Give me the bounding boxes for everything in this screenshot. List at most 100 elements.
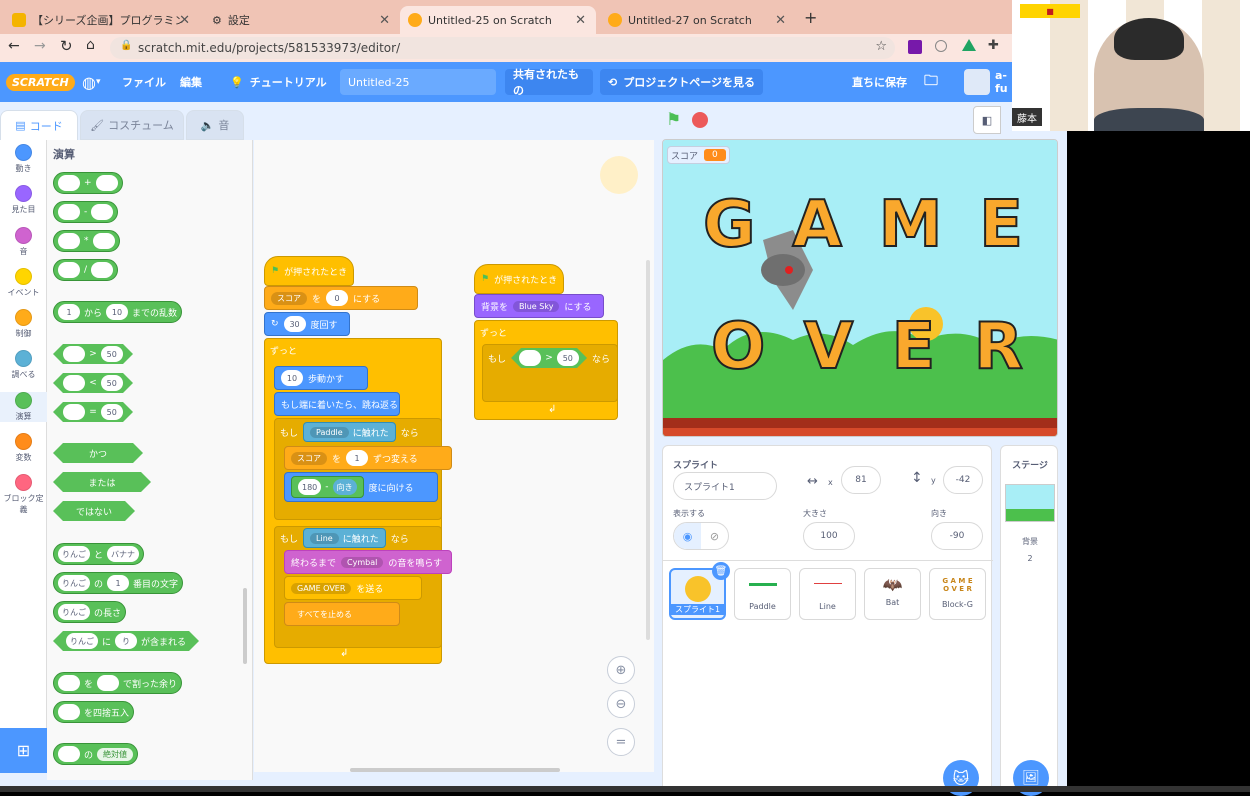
puzzle-icon[interactable]: ✚ — [988, 38, 999, 53]
letter-of-block[interactable]: りんごの 1 番目の文字 — [53, 572, 184, 594]
username[interactable]: a-fu — [995, 62, 1012, 102]
subtract-expression[interactable]: 180- 向き — [291, 476, 364, 498]
play-sound-until-done-block[interactable]: 終わるまで Cymbal の音を鳴らす — [284, 550, 452, 574]
greater-than-block[interactable]: >50 — [53, 344, 133, 364]
add-extension-button[interactable]: ⊞ — [0, 728, 47, 773]
divide-block[interactable]: / — [53, 259, 119, 281]
project-title-input[interactable]: Untitled-25 — [340, 69, 496, 95]
browser-tab-3[interactable]: Untitled-25 on Scratch ✕ — [400, 6, 596, 34]
score-monitor[interactable]: スコア 0 — [667, 146, 730, 164]
back-icon[interactable]: ← — [8, 38, 20, 54]
scratch-logo[interactable]: SCRATCH — [6, 62, 75, 102]
stage-canvas[interactable]: スコア 0 GAME OVER — [662, 139, 1058, 437]
set-variable-block[interactable]: スコアを 0 にする — [264, 286, 418, 310]
script-hscrollbar[interactable] — [350, 768, 560, 772]
tab-code[interactable]: ▤ コード — [0, 110, 78, 140]
globe-icon[interactable]: ◍ ▾ — [82, 62, 101, 102]
browser-tab-4[interactable]: Untitled-27 on Scratch ✕ — [600, 6, 796, 34]
less-than-block[interactable]: <50 — [53, 373, 133, 393]
close-icon[interactable]: ✕ — [575, 13, 586, 28]
close-icon[interactable]: ✕ — [379, 13, 390, 28]
round-block[interactable]: を四捨五入 — [53, 701, 135, 723]
sprite-thumb-bat[interactable]: 🦇 Bat — [864, 568, 921, 620]
reload-icon[interactable]: ↻ — [60, 37, 73, 55]
close-icon[interactable]: ✕ — [179, 13, 190, 28]
shared-button[interactable]: 共有されたもの — [505, 68, 593, 97]
zoom-reset-button[interactable]: = — [607, 728, 635, 756]
hide-eye-icon[interactable]: ⊘ — [701, 523, 728, 549]
sprite-name-input[interactable]: スプライト1 — [673, 472, 777, 500]
sprite-thumb-paddle[interactable]: Paddle — [734, 568, 791, 620]
direction-input[interactable]: -90 — [931, 522, 983, 550]
tutorial-menu[interactable]: 💡 チュートリアル — [230, 62, 327, 102]
category-my-blocks[interactable]: ブロック定義 — [0, 474, 47, 515]
length-block[interactable]: りんご の長さ — [53, 601, 127, 623]
multiply-block[interactable]: * — [53, 230, 120, 252]
home-icon[interactable]: ⌂ — [86, 37, 95, 53]
x-input[interactable]: 81 — [841, 466, 881, 494]
greater-than-expression[interactable]: >50 — [511, 348, 587, 368]
add-block[interactable]: + — [53, 172, 123, 194]
see-project-page-button[interactable]: ⟲ プロジェクトページを見る — [600, 69, 763, 95]
tab-sound[interactable]: 🔈 音 — [186, 110, 244, 140]
tab-costume[interactable]: 🖌 コスチューム — [80, 110, 184, 140]
category-motion[interactable]: 動き — [0, 144, 47, 174]
small-stage-button[interactable]: ◧ — [973, 106, 1001, 134]
sprite-thumb-sprite1[interactable]: スプライト1 🗑 — [669, 562, 730, 620]
not-block[interactable]: ではない — [53, 501, 135, 521]
random-block[interactable]: 1 から 10 までの乱数 — [53, 301, 183, 323]
stop-button[interactable] — [692, 112, 708, 128]
star-icon[interactable]: ☆ — [875, 39, 887, 54]
url-field[interactable]: 🔒 scratch.mit.edu/projects/581533973/edi… — [110, 37, 895, 59]
turn-block[interactable]: ↻ 30 度回す — [264, 312, 350, 336]
onenote-extension-icon[interactable] — [908, 40, 922, 54]
touching-line-block[interactable]: Line に触れた — [303, 528, 386, 548]
or-block[interactable]: または — [53, 472, 151, 492]
broadcast-block[interactable]: GAME OVER を送る — [284, 576, 422, 600]
edit-menu[interactable]: 編集 — [180, 62, 202, 102]
move-steps-block[interactable]: 10 歩動かす — [274, 366, 368, 390]
y-input[interactable]: -42 — [943, 466, 983, 494]
contains-block[interactable]: りんごにりが含まれる — [53, 631, 199, 651]
file-menu[interactable]: ファイル — [122, 62, 166, 102]
extension-icon[interactable] — [935, 40, 947, 52]
script-vscrollbar[interactable] — [646, 260, 650, 640]
stage-target-pane[interactable]: ステージ 背景 2 🖼 — [1000, 445, 1058, 796]
zoom-out-button[interactable]: ⊖ — [607, 690, 635, 718]
bounce-block[interactable]: もし端に着いたら、跳ね返る — [274, 392, 400, 416]
close-icon[interactable]: ✕ — [775, 13, 786, 28]
category-sound[interactable]: 音 — [0, 227, 47, 257]
new-tab-icon[interactable]: + — [804, 8, 817, 27]
delete-sprite-icon[interactable]: 🗑 — [712, 562, 730, 580]
sprite-thumb-block-g[interactable]: G A M EO V E R Block-G — [929, 568, 986, 620]
category-events[interactable]: イベント — [0, 268, 47, 298]
touching-paddle-block[interactable]: Paddle に触れた — [303, 422, 396, 442]
switch-backdrop-block[interactable]: 背景を Blue Sky にする — [474, 294, 604, 318]
category-variables[interactable]: 変数 — [0, 433, 47, 463]
equals-block[interactable]: = 50 — [53, 402, 133, 422]
folder-icon[interactable]: 🗀 — [924, 62, 938, 102]
stop-all-block[interactable]: すべてを止める — [284, 602, 400, 626]
save-now-button[interactable]: 直ちに保存 — [852, 62, 907, 102]
avatar[interactable] — [964, 62, 990, 102]
browser-tab-1[interactable]: 【シリーズ企画】プログラミング_キャッチ ✕ — [4, 6, 200, 34]
forward-icon[interactable]: → — [34, 38, 46, 54]
subtract-block[interactable]: - — [53, 201, 119, 223]
mod-block[interactable]: をで割った余り — [53, 672, 183, 694]
join-block[interactable]: りんごとバナナ — [53, 543, 145, 565]
category-control[interactable]: 制御 — [0, 309, 47, 339]
category-operators[interactable]: 演算 — [0, 392, 47, 422]
category-sensing[interactable]: 調べる — [0, 350, 47, 380]
when-flag-clicked-hat[interactable]: ⚑ が押されたとき — [264, 256, 354, 286]
math-op-block[interactable]: の絶対値 — [53, 743, 139, 765]
browser-tab-2[interactable]: ⚙ 設定 ✕ — [204, 6, 400, 34]
when-flag-clicked-hat-2[interactable]: ⚑ が押されたとき — [474, 264, 564, 294]
point-direction-block[interactable]: 180- 向き 度に向ける — [284, 472, 438, 502]
change-variable-block[interactable]: スコアを 1 ずつ変える — [284, 446, 452, 470]
sprite-thumb-line[interactable]: Line — [799, 568, 856, 620]
zoom-in-button[interactable]: ⊕ — [607, 656, 635, 684]
and-block[interactable]: かつ — [53, 443, 143, 463]
size-input[interactable]: 100 — [803, 522, 855, 550]
category-looks[interactable]: 見た目 — [0, 185, 47, 215]
show-eye-icon[interactable]: ◉ — [674, 523, 701, 549]
